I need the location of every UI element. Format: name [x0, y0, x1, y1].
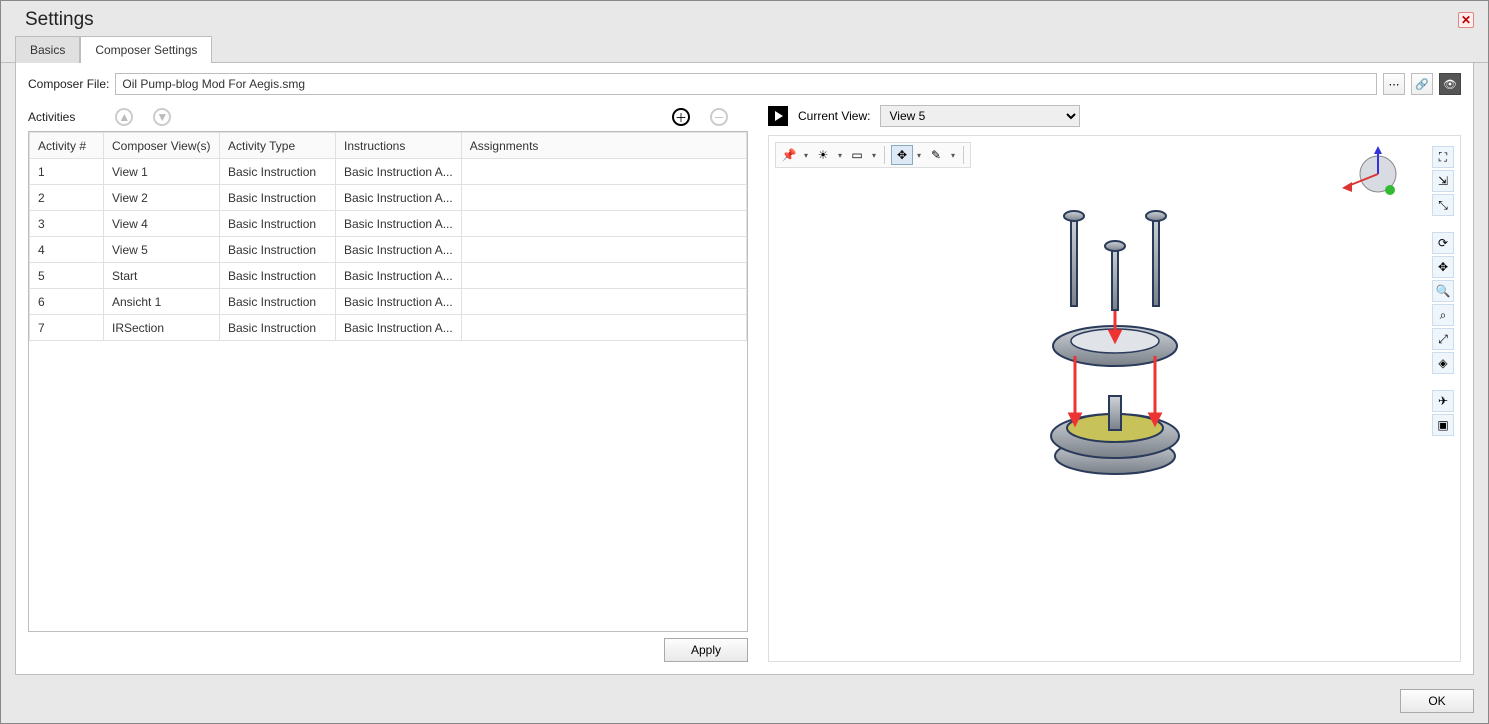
dropdown-icon[interactable]: ▾: [915, 151, 923, 160]
zoom-selected-icon[interactable]: ◈: [1432, 352, 1454, 374]
table-row[interactable]: 4View 5Basic InstructionBasic Instructio…: [30, 237, 747, 263]
tool-sun-icon[interactable]: ☀: [812, 145, 834, 165]
model-preview: [1005, 196, 1225, 496]
dropdown-icon[interactable]: ▾: [949, 151, 957, 160]
fly-icon[interactable]: ✈: [1432, 390, 1454, 412]
table-cell: [461, 185, 746, 211]
table-cell: Start: [104, 263, 220, 289]
viewer-side-toolbar: ⛶ ⇲ ⤡ ⟳ ✥ 🔍 ⌕ ⤢ ◈ ✈ ▣: [1432, 146, 1454, 436]
table-cell: Basic Instruction: [220, 159, 336, 185]
tool-move-icon[interactable]: ✥: [891, 145, 913, 165]
zoom-area-icon[interactable]: ⌕: [1432, 304, 1454, 326]
activities-label: Activities: [28, 110, 75, 124]
table-row[interactable]: 7IRSectionBasic InstructionBasic Instruc…: [30, 315, 747, 341]
table-cell: 3: [30, 211, 104, 237]
table-cell: Basic Instruction: [220, 211, 336, 237]
table-cell: Basic Instruction A...: [336, 237, 462, 263]
ok-button[interactable]: OK: [1400, 689, 1474, 713]
table-cell: [461, 237, 746, 263]
table-cell: [461, 211, 746, 237]
view-triad-icon[interactable]: [1340, 146, 1404, 210]
rotate-icon[interactable]: ⟳: [1432, 232, 1454, 254]
add-activity-button[interactable]: ＋: [672, 108, 690, 126]
tab-composer-settings[interactable]: Composer Settings: [80, 36, 212, 63]
table-cell: 5: [30, 263, 104, 289]
table-cell: Basic Instruction A...: [336, 289, 462, 315]
orient-view-icon[interactable]: ⤡: [1432, 194, 1454, 216]
zoom-fit-icon[interactable]: ⤢: [1432, 328, 1454, 350]
viewer-toolbar: 📌▾ ☀▾ ▭▾ ✥▾ ✎▾: [775, 142, 971, 168]
table-cell: Basic Instruction A...: [336, 185, 462, 211]
preview-toggle-button[interactable]: 👁: [1439, 73, 1461, 95]
dropdown-icon[interactable]: ▾: [802, 151, 810, 160]
tool-render-icon[interactable]: ▭: [846, 145, 868, 165]
table-cell: [461, 315, 746, 341]
table-cell: Basic Instruction A...: [336, 159, 462, 185]
table-cell: View 4: [104, 211, 220, 237]
tab-basics[interactable]: Basics: [15, 36, 80, 63]
composer-file-input[interactable]: [115, 73, 1377, 95]
tabstrip: Basics Composer Settings: [1, 35, 1488, 63]
table-cell: 6: [30, 289, 104, 315]
table-row[interactable]: 5StartBasic InstructionBasic Instruction…: [30, 263, 747, 289]
current-view-label: Current View:: [798, 109, 870, 123]
tool-note-icon[interactable]: 📌: [778, 145, 800, 165]
activities-table: Activity #Composer View(s)Activity TypeI…: [29, 132, 747, 341]
table-cell: 2: [30, 185, 104, 211]
table-cell: 1: [30, 159, 104, 185]
table-cell: Basic Instruction: [220, 263, 336, 289]
table-cell: 4: [30, 237, 104, 263]
table-cell: [461, 159, 746, 185]
table-row[interactable]: 1View 1Basic InstructionBasic Instructio…: [30, 159, 747, 185]
play-button[interactable]: [768, 106, 788, 126]
table-cell: 7: [30, 315, 104, 341]
column-header[interactable]: Assignments: [461, 133, 746, 159]
dropdown-icon[interactable]: ▾: [836, 151, 844, 160]
table-row[interactable]: 2View 2Basic InstructionBasic Instructio…: [30, 185, 747, 211]
zoom-icon[interactable]: 🔍: [1432, 280, 1454, 302]
dialog-title: Settings: [25, 9, 1458, 31]
table-cell: IRSection: [104, 315, 220, 341]
table-cell: Basic Instruction A...: [336, 315, 462, 341]
column-header[interactable]: Instructions: [336, 133, 462, 159]
3d-viewer[interactable]: 📌▾ ☀▾ ▭▾ ✥▾ ✎▾: [768, 135, 1461, 662]
table-cell: Basic Instruction: [220, 185, 336, 211]
pan-icon[interactable]: ✥: [1432, 256, 1454, 278]
dropdown-icon[interactable]: ▾: [870, 151, 878, 160]
table-cell: Basic Instruction: [220, 315, 336, 341]
table-cell: View 5: [104, 237, 220, 263]
align-view-icon[interactable]: ⇲: [1432, 170, 1454, 192]
table-cell: Ansicht 1: [104, 289, 220, 315]
table-cell: Basic Instruction: [220, 289, 336, 315]
column-header[interactable]: Activity #: [30, 133, 104, 159]
table-cell: Basic Instruction A...: [336, 211, 462, 237]
browse-button[interactable]: ⋯: [1383, 73, 1405, 95]
tool-highlight-icon[interactable]: ✎: [925, 145, 947, 165]
table-cell: View 2: [104, 185, 220, 211]
move-down-button[interactable]: ▼: [153, 108, 171, 126]
close-button[interactable]: ✕: [1458, 12, 1474, 28]
remove-activity-button[interactable]: －: [710, 108, 728, 126]
table-cell: Basic Instruction: [220, 237, 336, 263]
link-button[interactable]: 🔗: [1411, 73, 1433, 95]
camera-icon[interactable]: ▣: [1432, 414, 1454, 436]
table-row[interactable]: 3View 4Basic InstructionBasic Instructio…: [30, 211, 747, 237]
composer-file-label: Composer File:: [28, 77, 109, 91]
table-cell: [461, 289, 746, 315]
fit-view-icon[interactable]: ⛶: [1432, 146, 1454, 168]
table-cell: View 1: [104, 159, 220, 185]
column-header[interactable]: Composer View(s): [104, 133, 220, 159]
table-cell: Basic Instruction A...: [336, 263, 462, 289]
current-view-select[interactable]: View 1View 2View 4View 5StartAnsicht 1IR…: [880, 105, 1080, 127]
apply-button[interactable]: Apply: [664, 638, 748, 662]
table-cell: [461, 263, 746, 289]
column-header[interactable]: Activity Type: [220, 133, 336, 159]
table-row[interactable]: 6Ansicht 1Basic InstructionBasic Instruc…: [30, 289, 747, 315]
move-up-button[interactable]: ▲: [115, 108, 133, 126]
